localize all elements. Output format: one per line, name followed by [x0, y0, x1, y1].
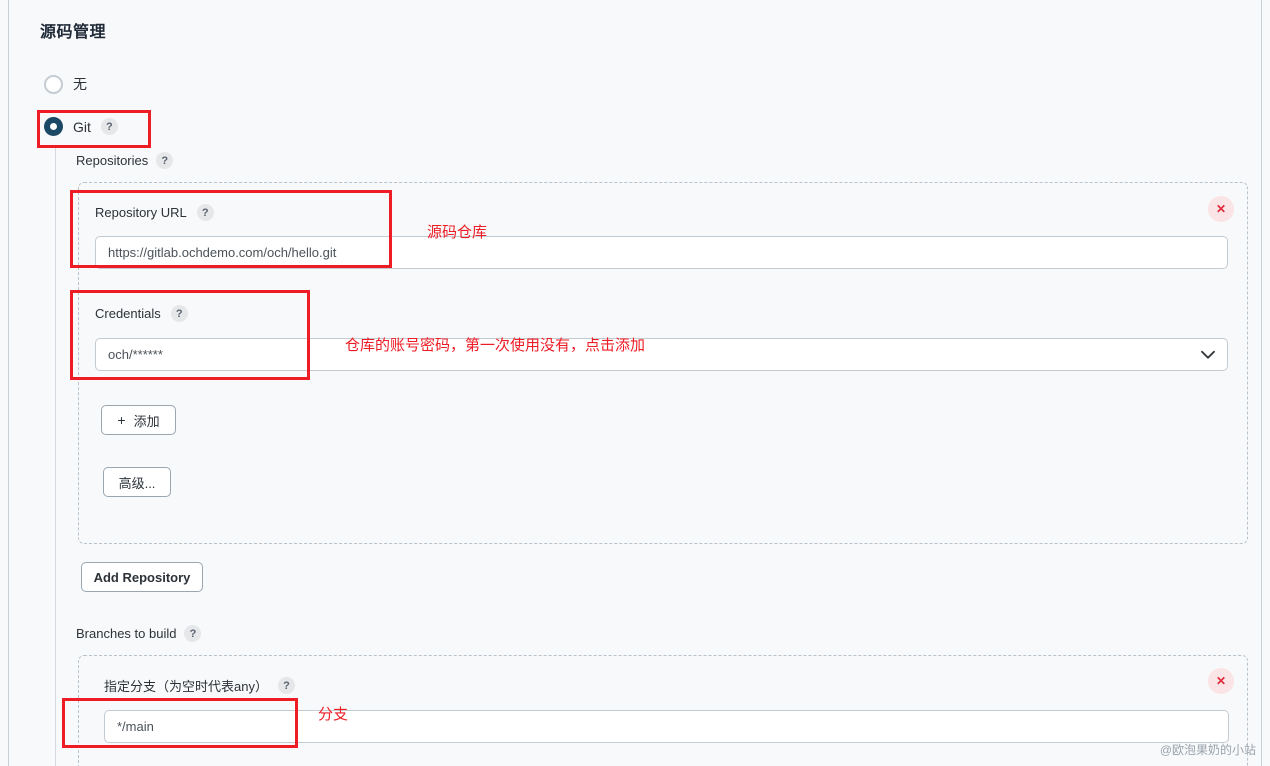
- delete-repository-button[interactable]: ✕: [1208, 196, 1234, 222]
- frame-border-right: [1261, 0, 1262, 766]
- help-icon-branch-specifier[interactable]: ?: [277, 677, 295, 694]
- help-icon-branches[interactable]: ?: [184, 625, 202, 642]
- branches-label-text: Branches to build: [76, 626, 177, 641]
- close-icon: ✕: [1215, 674, 1227, 688]
- close-icon: ✕: [1215, 202, 1227, 216]
- help-icon-repository-url[interactable]: ?: [196, 204, 214, 221]
- field-label-credentials: Credentials ?: [95, 305, 188, 322]
- repository-url-label-text: Repository URL: [95, 205, 187, 220]
- radio-option-none[interactable]: 无: [44, 74, 87, 94]
- advanced-button[interactable]: 高级...: [103, 467, 171, 497]
- repositories-label-text: Repositories: [76, 153, 149, 168]
- watermark: @欧泡果奶的小站: [1159, 743, 1256, 757]
- radio-none-label: 无: [73, 76, 87, 92]
- help-icon-repositories[interactable]: ?: [156, 152, 174, 169]
- help-icon-git[interactable]: ?: [100, 118, 118, 135]
- add-repository-button[interactable]: Add Repository: [81, 562, 203, 592]
- add-credentials-button[interactable]: + 添加: [101, 405, 176, 435]
- radio-none-indicator[interactable]: [44, 74, 63, 94]
- annotation-text-branch: 分支: [318, 706, 349, 723]
- credentials-select[interactable]: och/******: [95, 338, 1228, 371]
- repository-url-input[interactable]: [95, 236, 1228, 269]
- page-title: 源码管理: [40, 24, 107, 41]
- delete-branch-button[interactable]: ✕: [1208, 668, 1234, 694]
- credentials-selected-value: och/******: [108, 347, 163, 362]
- scm-config-page: 源码管理 无 Git ? Repositories ? Repository U…: [0, 0, 1270, 766]
- git-section-indent-guide: [55, 146, 56, 766]
- annotation-text-repository: 源码仓库: [427, 224, 488, 241]
- credentials-label-text: Credentials: [95, 306, 161, 321]
- frame-border-left: [8, 0, 9, 766]
- annotation-text-credentials: 仓库的账号密码，第一次使用没有，点击添加: [345, 337, 646, 354]
- section-label-branches: Branches to build ?: [76, 625, 202, 642]
- advanced-button-label: 高级...: [118, 475, 156, 491]
- radio-git-indicator[interactable]: [44, 117, 63, 136]
- help-icon-credentials[interactable]: ?: [170, 305, 188, 322]
- branch-specifier-label-text: 指定分支（为空时代表any）: [104, 679, 268, 694]
- chevron-down-icon[interactable]: [1201, 350, 1215, 359]
- radio-git-label: Git: [73, 118, 91, 135]
- branch-specifier-input[interactable]: [104, 710, 1229, 743]
- add-repository-label: Add Repository: [93, 569, 191, 585]
- field-label-branch-specifier: 指定分支（为空时代表any） ?: [104, 676, 295, 695]
- radio-option-git[interactable]: Git ?: [44, 117, 118, 136]
- section-label-repositories: Repositories ?: [76, 152, 174, 169]
- field-label-repository-url: Repository URL ?: [95, 204, 214, 221]
- add-credentials-label: 添加: [133, 413, 160, 429]
- plus-icon: +: [117, 412, 126, 428]
